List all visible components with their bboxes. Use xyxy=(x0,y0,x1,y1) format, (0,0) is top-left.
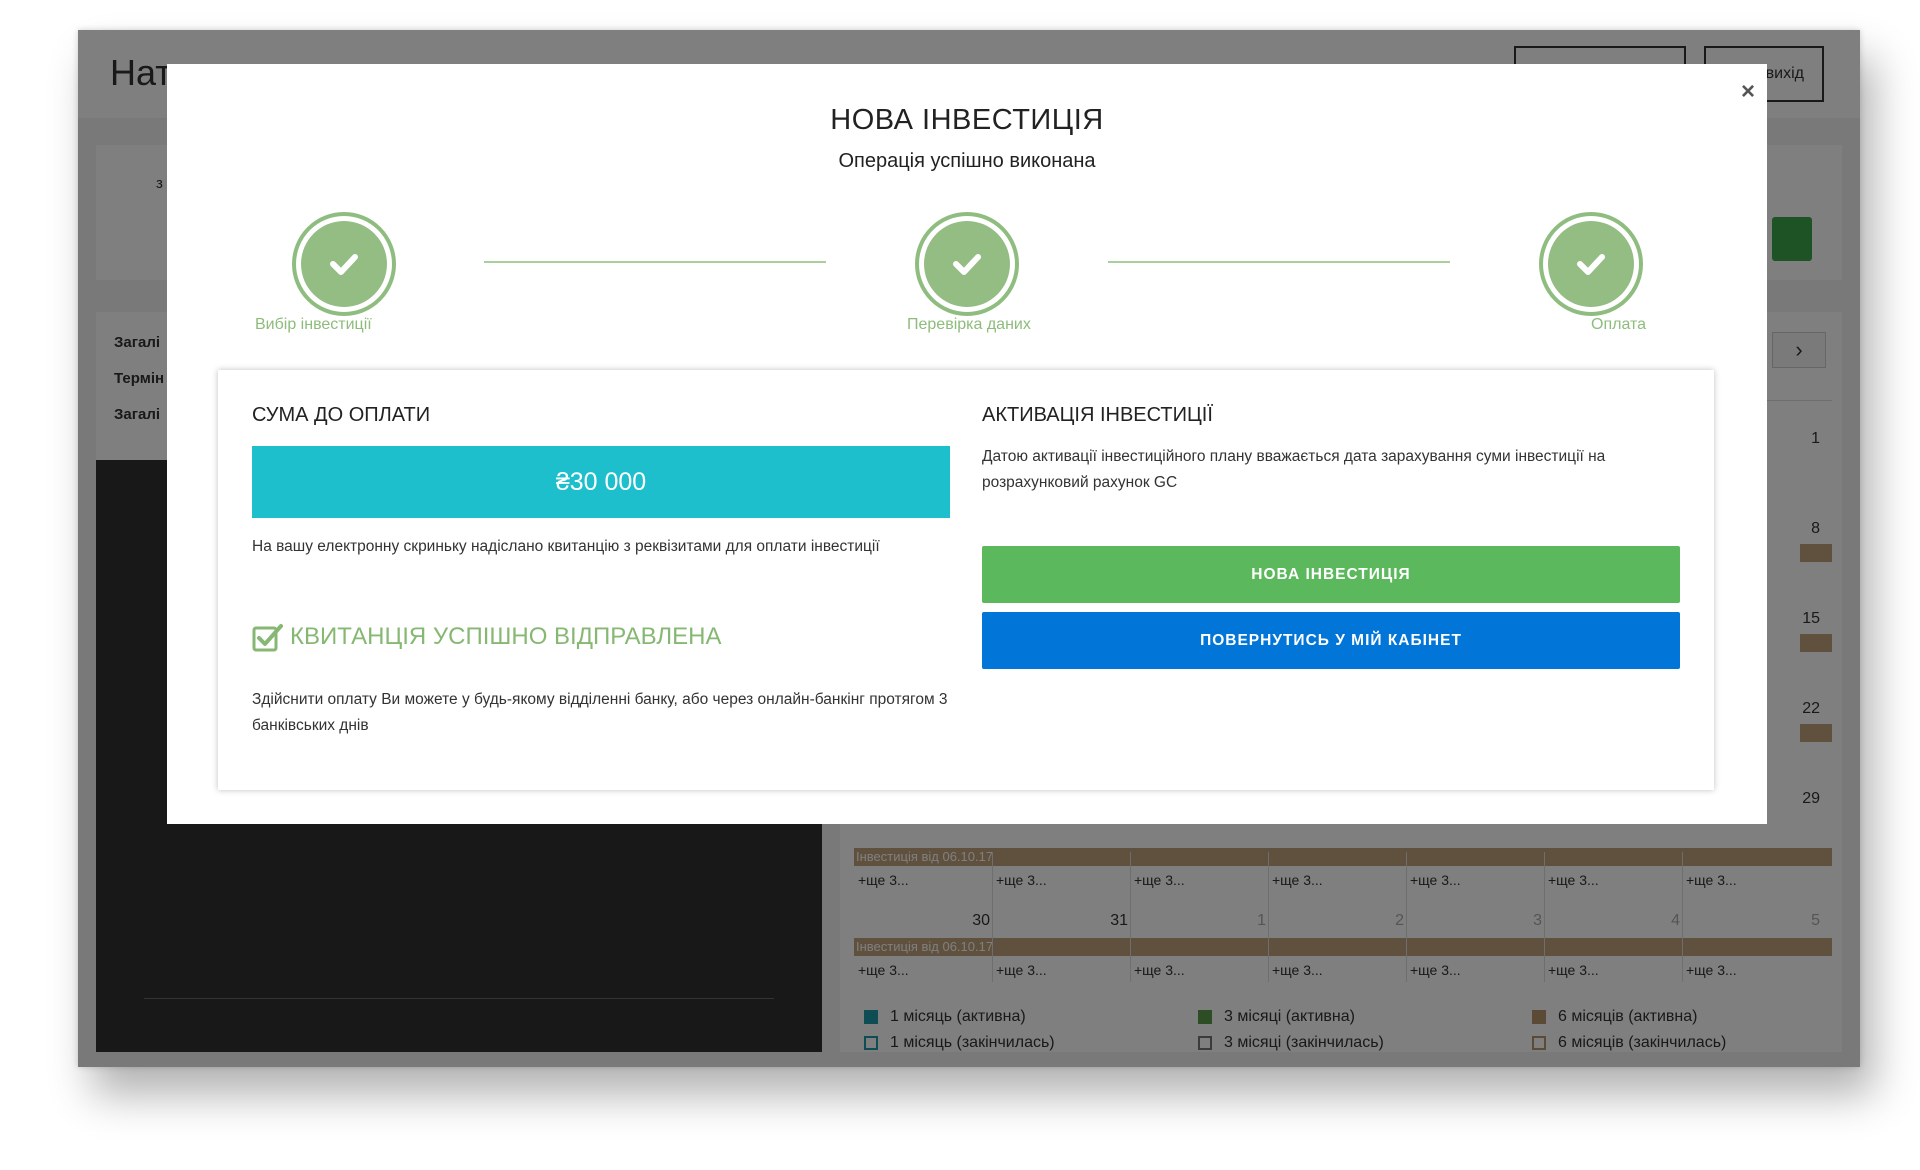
payment-heading: СУМА ДО ОПЛАТИ xyxy=(252,404,431,426)
check-icon xyxy=(1548,221,1634,307)
step-connector xyxy=(484,261,826,263)
modal-title: НОВА ІНВЕСТИЦІЯ xyxy=(830,104,1104,136)
check-icon xyxy=(924,221,1010,307)
payment-card: СУМА ДО ОПЛАТИ ₴30 000 На вашу електронн… xyxy=(218,370,1714,790)
step-1 xyxy=(292,212,396,316)
amount-display: ₴30 000 xyxy=(252,446,950,518)
email-note: На вашу електронну скриньку надіслано кв… xyxy=(252,538,880,555)
check-icon xyxy=(301,221,387,307)
step-label: Вибір інвестиції xyxy=(255,316,372,333)
step-2 xyxy=(915,212,1019,316)
step-label: Оплата xyxy=(1591,316,1647,333)
modal-subtitle: Операція успішно виконана xyxy=(838,150,1096,172)
checkbox-checked-icon xyxy=(252,624,283,652)
step-connector xyxy=(1108,261,1450,263)
bank-note: Здійснити оплату Ви можете у будь-якому … xyxy=(252,691,948,734)
close-icon[interactable]: × xyxy=(1741,78,1755,106)
activation-heading: АКТИВАЦІЯ ІНВЕСТИЦІЇ xyxy=(982,404,1213,426)
back-to-cabinet-button[interactable]: ПОВЕРНУТИСЬ У МІЙ КАБІНЕТ xyxy=(982,612,1680,669)
receipt-sent-label: КВИТАНЦІЯ УСПІШНО ВІДПРАВЛЕНА xyxy=(290,623,722,650)
step-label: Перевірка даних xyxy=(907,316,1031,333)
receipt-sent-status: КВИТАНЦІЯ УСПІШНО ВІДПРАВЛЕНА xyxy=(252,622,721,652)
new-investment-modal: × НОВА ІНВЕСТИЦІЯ Операція успішно викон… xyxy=(167,64,1767,824)
activation-note: Датою активації інвестиційного плану вва… xyxy=(982,448,1606,491)
new-investment-button[interactable]: НОВА ІНВЕСТИЦІЯ xyxy=(982,546,1680,603)
step-3 xyxy=(1539,212,1643,316)
